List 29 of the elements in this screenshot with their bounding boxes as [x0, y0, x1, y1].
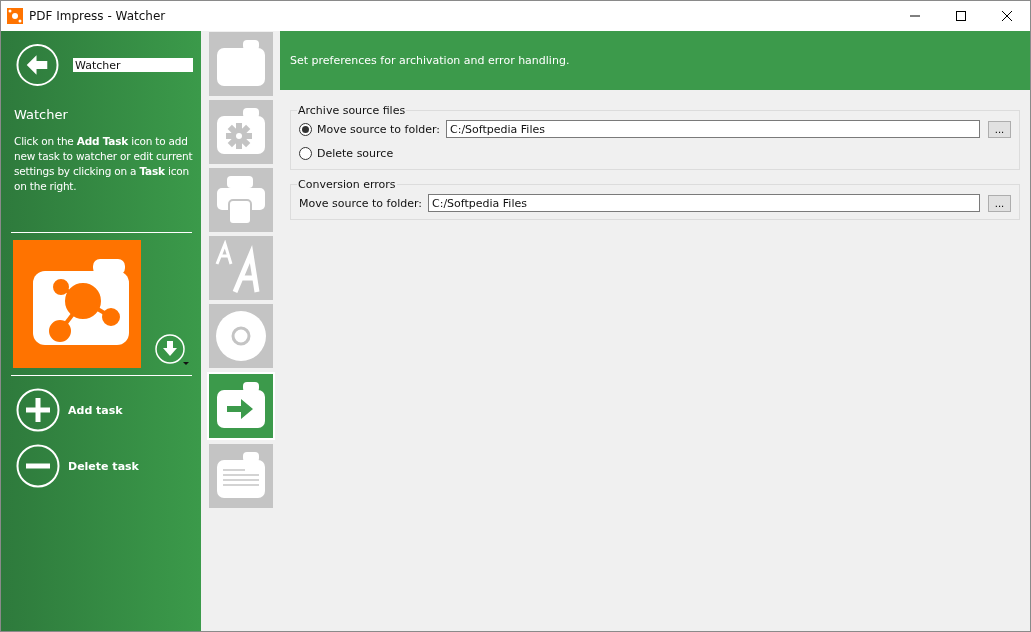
group-title: Conversion errors	[297, 178, 397, 191]
browse-button[interactable]: ...	[988, 120, 1011, 138]
group-title: Archive source files	[297, 104, 407, 117]
printer-icon	[215, 174, 267, 226]
back-button[interactable]	[16, 43, 59, 87]
app-logo	[7, 8, 23, 24]
close-icon[interactable]	[1002, 11, 1012, 21]
plus-icon	[16, 388, 60, 432]
browse-button[interactable]: ...	[988, 194, 1011, 212]
minus-icon	[16, 444, 60, 488]
category-tab[interactable]	[209, 374, 273, 438]
disc-icon	[215, 310, 267, 362]
task-tile[interactable]	[13, 240, 141, 368]
radio-option[interactable]: Move source to folder:	[299, 122, 440, 136]
folder-field[interactable]: C:/Softpedia Files	[446, 120, 980, 138]
add-task-button[interactable]: Add task	[16, 388, 201, 432]
name-field[interactable]: Watcher	[73, 58, 193, 72]
field-label: Move source to folder:	[299, 196, 422, 210]
delete-task-button[interactable]: Delete task	[16, 444, 201, 488]
radio-button[interactable]	[299, 122, 312, 136]
radio-option[interactable]: Delete source	[299, 146, 394, 160]
download-dropdown-button[interactable]	[155, 334, 189, 368]
window-title: PDF Impress - Watcher	[29, 9, 167, 23]
folder-field[interactable]: C:/Softpedia Files	[428, 194, 980, 212]
description-text: Click on the Add Task icon to add new task to watcher or edit current settings by clicking on a Task icon on the right.	[14, 134, 193, 194]
radio-button[interactable]	[299, 146, 312, 160]
section-heading: Watcher	[14, 107, 69, 122]
maximize-icon[interactable]	[956, 11, 966, 21]
header-text: Set preferences for archivation and error handling.	[290, 54, 570, 67]
